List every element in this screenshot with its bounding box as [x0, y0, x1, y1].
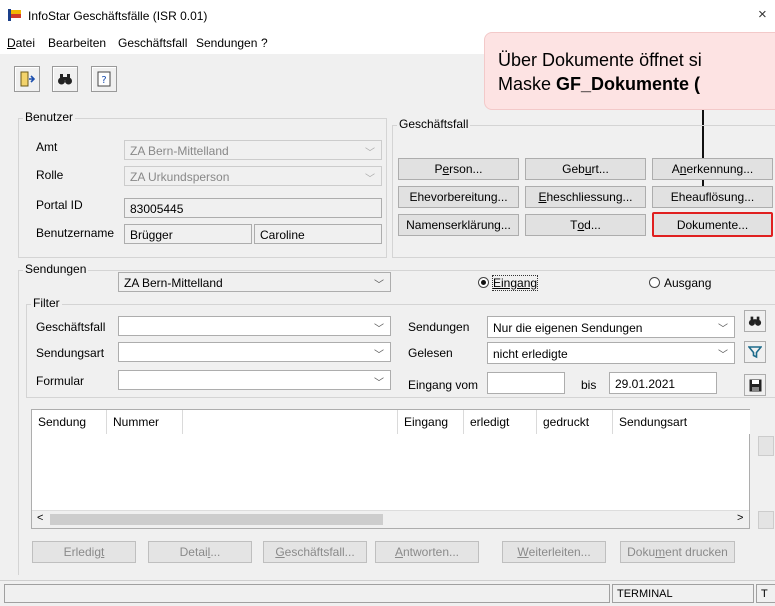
gelesen-label: Gelesen: [408, 346, 453, 360]
portal-id-field: 83005445: [124, 198, 382, 218]
anerkennung-button[interactable]: An erkennung...: [652, 158, 773, 180]
exit-button[interactable]: [14, 66, 40, 92]
chevron-down-icon: ﹀: [718, 324, 728, 335]
portal-id-label: Portal ID: [36, 198, 83, 212]
sendungen-amt-combo[interactable]: ZA Bern-Mittelland ﹀: [118, 272, 391, 292]
sendungen-table[interactable]: Sendung Nummer Eingang erledigt gedruckt…: [31, 409, 750, 529]
ehevorbereitung-button[interactable]: Ehevorbereitung...: [398, 186, 519, 208]
search-button[interactable]: [52, 66, 78, 92]
geschaeftsfall-filter-combo[interactable]: ﹀: [118, 316, 391, 336]
horizontal-scrollbar[interactable]: < >: [32, 510, 749, 528]
dokument-drucken-button[interactable]: Doku m ent drucken: [620, 541, 735, 563]
callout-annotation: Über Dokumente öffnet si Maske GF_Dokume…: [484, 32, 775, 110]
eingang-vom-label: Eingang vom: [408, 378, 479, 392]
svg-text:?: ?: [101, 75, 106, 86]
menu-bearbeiten[interactable]: Bearbeiten: [48, 36, 106, 50]
chevron-down-icon: ﹀: [374, 324, 384, 335]
radio-ausgang-label[interactable]: Ausgang: [664, 276, 711, 290]
expand-button[interactable]: [758, 511, 774, 529]
side-scroll-strip: [754, 431, 775, 529]
sendungen-group-label: Sendungen: [23, 262, 89, 276]
erledigt-button[interactable]: Erledig t: [32, 541, 136, 563]
gelesen-combo[interactable]: nicht erledigte ﹀: [487, 342, 735, 364]
column-header-sendung[interactable]: Sendung: [32, 410, 107, 434]
dokumente-button[interactable]: Dokumente...: [652, 212, 773, 237]
floppy-save-icon: [749, 379, 761, 391]
column-header-blank[interactable]: [183, 410, 398, 434]
geburt-button[interactable]: Geb u rt...: [525, 158, 646, 180]
antworten-button[interactable]: Antworten...: [375, 541, 479, 563]
rolle-label: Rolle: [36, 168, 64, 182]
column-header-sendungsart[interactable]: Sendungsart: [613, 410, 750, 434]
close-icon[interactable]: ×: [758, 6, 767, 23]
scroll-right-icon[interactable]: >: [737, 512, 743, 524]
menu-sendungen[interactable]: Sendungen: [196, 36, 257, 50]
save-filter-button[interactable]: [744, 374, 766, 396]
amt-label: Amt: [36, 140, 58, 154]
chevron-down-icon: ﹀: [374, 378, 384, 389]
eingang-vom-field[interactable]: [487, 372, 565, 394]
status-extra: T: [756, 584, 775, 603]
menu-datei[interactable]: Datei: [7, 36, 35, 50]
status-terminal: TERMINAL: [612, 584, 754, 603]
bis-label: bis: [581, 378, 597, 392]
column-header-gedruckt[interactable]: gedruckt: [537, 410, 613, 434]
benutzername-label: Benutzername: [36, 226, 115, 240]
radio-eingang-label[interactable]: Eingang: [491, 275, 539, 291]
geschaeftsfall-button[interactable]: Geschäftsfall...: [263, 541, 367, 563]
radio-ausgang[interactable]: [649, 277, 660, 288]
filter-button[interactable]: [744, 341, 766, 363]
filter-group-label: Filter: [31, 296, 62, 310]
nachname-field: Brügger: [124, 224, 252, 244]
chevron-down-icon: ﹀: [374, 280, 384, 291]
formular-label: Formular: [36, 374, 85, 388]
collapse-button[interactable]: [758, 436, 774, 456]
scrollbar-thumb[interactable]: [50, 514, 383, 525]
amt-combo: ZA Bern-Mittelland ﹀: [124, 140, 382, 160]
menu-geschaeftsfall[interactable]: Geschäftsfall: [118, 36, 187, 50]
column-header-eingang[interactable]: Eingang: [398, 410, 464, 434]
rolle-combo: ZA Urkundsperson ﹀: [124, 166, 382, 186]
benutzer-group-label: Benutzer: [23, 110, 76, 124]
tod-button[interactable]: To d...: [525, 214, 646, 236]
help-button[interactable]: ?: [91, 66, 117, 92]
column-header-nummer[interactable]: Nummer: [107, 410, 183, 434]
namenserklaerung-button[interactable]: Namenserklärung...: [398, 214, 519, 236]
sendungsart-combo[interactable]: ﹀: [118, 342, 391, 362]
formular-combo[interactable]: ﹀: [118, 370, 391, 390]
chevron-down-icon: ﹀: [718, 350, 728, 361]
eheschliessung-button[interactable]: Eheschliessung...: [525, 186, 646, 208]
person-button[interactable]: Pe rson...: [398, 158, 519, 180]
search-filter-button[interactable]: [744, 310, 766, 332]
title-bar: InfoStar Geschäftsfälle (ISR 0.01) ×: [0, 0, 775, 32]
window-title: InfoStar Geschäftsfälle (ISR 0.01): [28, 9, 208, 23]
binoculars-icon: [58, 74, 72, 85]
funnel-icon: [748, 346, 762, 359]
chevron-down-icon: ﹀: [374, 350, 384, 361]
weiterleiten-button[interactable]: Weiterleiten...: [502, 541, 606, 563]
status-bar: TERMINAL T: [0, 580, 775, 606]
menu-help[interactable]: ?: [261, 36, 268, 50]
column-header-erledigt[interactable]: erledigt: [464, 410, 537, 434]
vorname-field: Caroline: [254, 224, 382, 244]
scroll-left-icon[interactable]: <: [37, 512, 43, 524]
callout-line-1: Über Dokumente öffnet si: [498, 50, 702, 70]
app-flag-icon: [8, 9, 21, 21]
chevron-down-icon: ﹀: [365, 148, 375, 159]
detail-button[interactable]: Detai l...: [148, 541, 252, 563]
binoculars-icon: [748, 316, 762, 326]
sendungen-filter-label: Sendungen: [408, 320, 470, 334]
help-book-icon: ?: [97, 71, 111, 87]
geschaeftsfall-filter-label: Geschäftsfall: [36, 320, 106, 334]
geschaeftsfall-group-label: Geschäftsfall: [397, 117, 471, 131]
chevron-down-icon: ﹀: [365, 174, 375, 185]
sendungsart-label: Sendungsart: [36, 346, 105, 360]
radio-eingang[interactable]: [478, 277, 489, 288]
eheaufloesung-button[interactable]: Eheauflösung...: [652, 186, 773, 208]
bis-date-field[interactable]: 29.01.2021: [609, 372, 717, 394]
exit-door-icon: [20, 71, 35, 87]
callout-line-2: Maske GF_Dokumente (: [498, 74, 701, 94]
sendungen-filter-combo[interactable]: Nur die eigenen Sendungen ﹀: [487, 316, 735, 338]
status-main: [4, 584, 610, 603]
